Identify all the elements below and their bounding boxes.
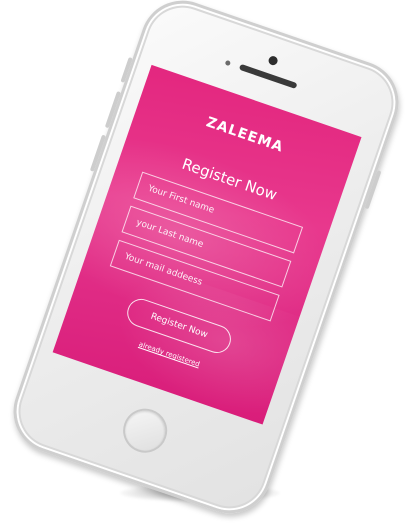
mute-switch xyxy=(120,57,133,83)
phone-device: ZALEEMA Register Now Register Now alread… xyxy=(2,0,410,524)
earpiece-speaker xyxy=(238,63,298,90)
front-camera xyxy=(267,54,279,67)
home-button[interactable] xyxy=(117,402,174,459)
app-screen: ZALEEMA Register Now Register Now alread… xyxy=(52,64,362,425)
power-button xyxy=(364,170,382,210)
volume-up-button xyxy=(104,91,121,129)
mockup-stage: ZALEEMA Register Now Register Now alread… xyxy=(0,0,411,524)
proximity-sensor xyxy=(224,59,232,67)
volume-down-button xyxy=(89,134,106,172)
